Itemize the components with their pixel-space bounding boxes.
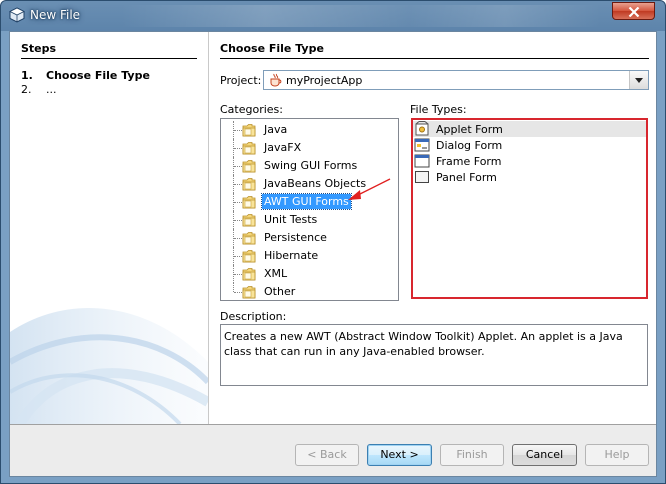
category-label: AWT GUI Forms (261, 193, 352, 210)
tree-line (234, 148, 242, 150)
description-label: Description: (220, 310, 287, 323)
folder-icon (242, 213, 257, 227)
tree-line (234, 292, 242, 294)
category-item[interactable]: Java (221, 121, 398, 139)
step-item-2: 2.... (21, 83, 57, 96)
folder-icon (242, 141, 257, 155)
dropdown-button[interactable] (629, 71, 648, 89)
category-label: XML (264, 267, 288, 280)
tree-line (233, 283, 235, 292)
help-button[interactable]: Help (585, 444, 649, 466)
category-item[interactable]: JavaFX (221, 139, 398, 157)
description-text: Creates a new AWT (Abstract Window Toolk… (220, 324, 648, 386)
folder-icon (242, 267, 257, 281)
file-type-label: Panel Form (436, 171, 497, 184)
frame-form-icon (414, 153, 430, 169)
button-bar: < Back Next > Finish Cancel Help (10, 424, 656, 476)
project-value: myProjectApp (286, 74, 363, 87)
close-button[interactable] (612, 2, 655, 20)
title-divider (220, 58, 649, 59)
pane-divider (208, 32, 209, 424)
category-label: Swing GUI Forms (264, 159, 358, 172)
title-bar-decoration (121, 5, 601, 27)
categories-tree[interactable]: Java JavaFX Swing GUI Forms JavaBeans Objec… (220, 118, 399, 301)
file-types-label: File Types: (410, 103, 467, 116)
back-button[interactable]: < Back (295, 444, 359, 466)
category-label: Unit Tests (264, 213, 318, 226)
folder-icon (242, 159, 257, 173)
folder-icon (242, 285, 257, 299)
folder-icon (242, 249, 257, 263)
step-label: Choose File Type (46, 69, 150, 82)
file-type-label: Applet Form (436, 123, 503, 136)
dialog-form-icon (414, 137, 430, 153)
folder-icon (242, 195, 257, 209)
netbeans-cube-icon (9, 7, 25, 23)
tree-line (234, 238, 242, 240)
tree-line (234, 130, 242, 132)
panel-form-icon (414, 169, 430, 185)
tree-line (234, 202, 242, 204)
category-item[interactable]: Hibernate (221, 247, 398, 265)
project-label: Project: (220, 74, 262, 87)
file-type-item[interactable]: Dialog Form (413, 137, 646, 153)
chevron-down-icon (635, 78, 643, 83)
java-coffee-icon (270, 73, 282, 87)
tree-line (234, 220, 242, 222)
project-dropdown[interactable]: myProjectApp (263, 70, 649, 90)
red-arrow-annotation (348, 178, 391, 200)
file-type-item[interactable]: Applet Form (413, 121, 646, 137)
category-item[interactable]: Unit Tests (221, 211, 398, 229)
folder-icon (242, 177, 257, 191)
category-item[interactable]: Persistence (221, 229, 398, 247)
next-button[interactable]: Next > (367, 444, 432, 466)
category-item[interactable]: XML (221, 265, 398, 283)
file-types-list[interactable]: Applet Form Dialog Form Frame Form Panel Fo… (411, 118, 648, 299)
page-title: Choose File Type (220, 42, 324, 55)
tree-line (234, 256, 242, 258)
steps-title: Steps (21, 42, 57, 55)
category-label: Java (264, 123, 288, 136)
category-label: Persistence (264, 231, 327, 244)
step-label: ... (46, 83, 57, 96)
new-file-dialog: New File Steps 1. Choose File Type 2. ..… (0, 0, 666, 484)
applet-form-icon (414, 121, 430, 137)
category-item[interactable]: Other (221, 283, 398, 301)
dialog-content: Steps 1. Choose File Type 2.... Choose Fi… (9, 31, 657, 477)
folder-icon (242, 231, 257, 245)
step-number: 2. (21, 83, 32, 96)
title-bar[interactable]: New File (1, 1, 665, 31)
file-type-item[interactable]: Frame Form (413, 153, 646, 169)
file-type-label: Frame Form (436, 155, 502, 168)
categories-label: Categories: (220, 103, 283, 116)
steps-divider (21, 58, 197, 59)
folder-icon (242, 123, 257, 137)
steps-pane: Steps 1. Choose File Type 2.... (10, 32, 208, 424)
tree-line (234, 274, 242, 276)
step-number: 1. (21, 69, 33, 82)
step-item-choose-file-type: 1. Choose File Type (21, 69, 150, 82)
cancel-button[interactable]: Cancel (512, 444, 577, 466)
category-label: Other (264, 285, 296, 298)
file-type-item[interactable]: Panel Form (413, 169, 646, 185)
file-type-label: Dialog Form (436, 139, 503, 152)
category-label: Hibernate (264, 249, 319, 262)
category-label: JavaFX (264, 141, 302, 154)
window-title: New File (30, 8, 81, 22)
tree-line (234, 166, 242, 168)
tree-line (234, 184, 242, 186)
finish-button[interactable]: Finish (440, 444, 504, 466)
close-icon (628, 7, 640, 17)
category-item[interactable]: Swing GUI Forms (221, 157, 398, 175)
